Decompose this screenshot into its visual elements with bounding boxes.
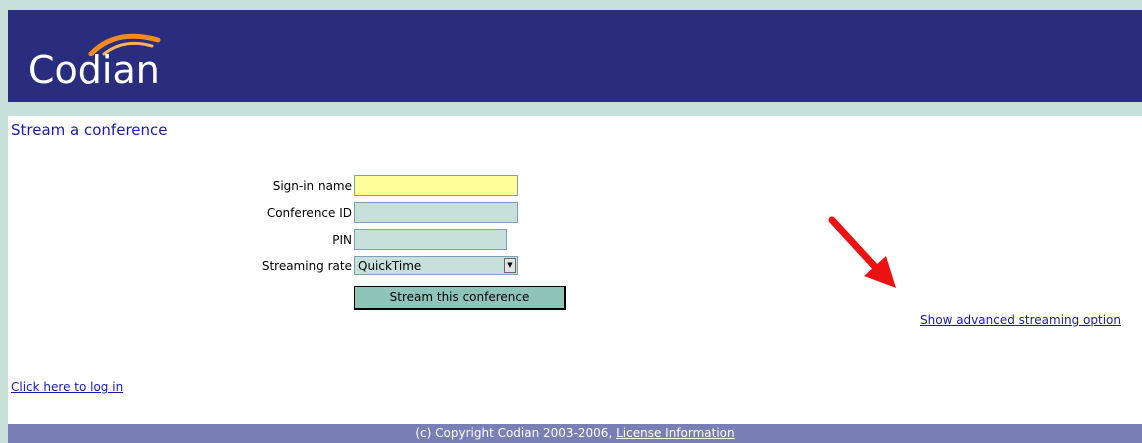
sign-in-row: Sign-in name xyxy=(0,175,352,197)
header-subbar xyxy=(8,102,1142,116)
conference-id-row: Conference ID xyxy=(0,202,352,224)
pin-row: PIN xyxy=(0,229,352,251)
header-banner: Codian xyxy=(8,10,1142,102)
page-title: Stream a conference xyxy=(11,121,168,139)
conference-id-label: Conference ID xyxy=(266,206,352,220)
top-frame-bar xyxy=(0,0,1142,10)
red-arrow-icon xyxy=(828,216,896,288)
footer-bar: (c) Copyright Codian 2003-2006, License … xyxy=(8,424,1142,443)
codian-logo: Codian xyxy=(28,26,228,96)
streaming-rate-select[interactable]: QuickTime ▼ xyxy=(354,256,518,275)
pin-input[interactable] xyxy=(354,229,507,250)
copyright-text: (c) Copyright Codian 2003-2006, xyxy=(415,426,613,440)
pin-label: PIN xyxy=(332,233,352,247)
sign-in-input[interactable] xyxy=(354,175,518,196)
logo-text: Codian xyxy=(28,48,160,92)
chevron-down-icon[interactable]: ▼ xyxy=(504,258,516,273)
streaming-rate-label: Streaming rate xyxy=(261,259,352,273)
login-link[interactable]: Click here to log in xyxy=(11,380,123,394)
streaming-rate-row: Streaming rate xyxy=(0,255,352,277)
license-link[interactable]: License Information xyxy=(616,426,735,440)
stream-conference-button[interactable]: Stream this conference xyxy=(354,286,566,310)
advanced-streaming-link[interactable]: Show advanced streaming option xyxy=(920,313,1121,327)
streaming-rate-value: QuickTime xyxy=(358,259,422,273)
conference-id-input[interactable] xyxy=(354,202,518,223)
sign-in-label: Sign-in name xyxy=(272,179,352,193)
